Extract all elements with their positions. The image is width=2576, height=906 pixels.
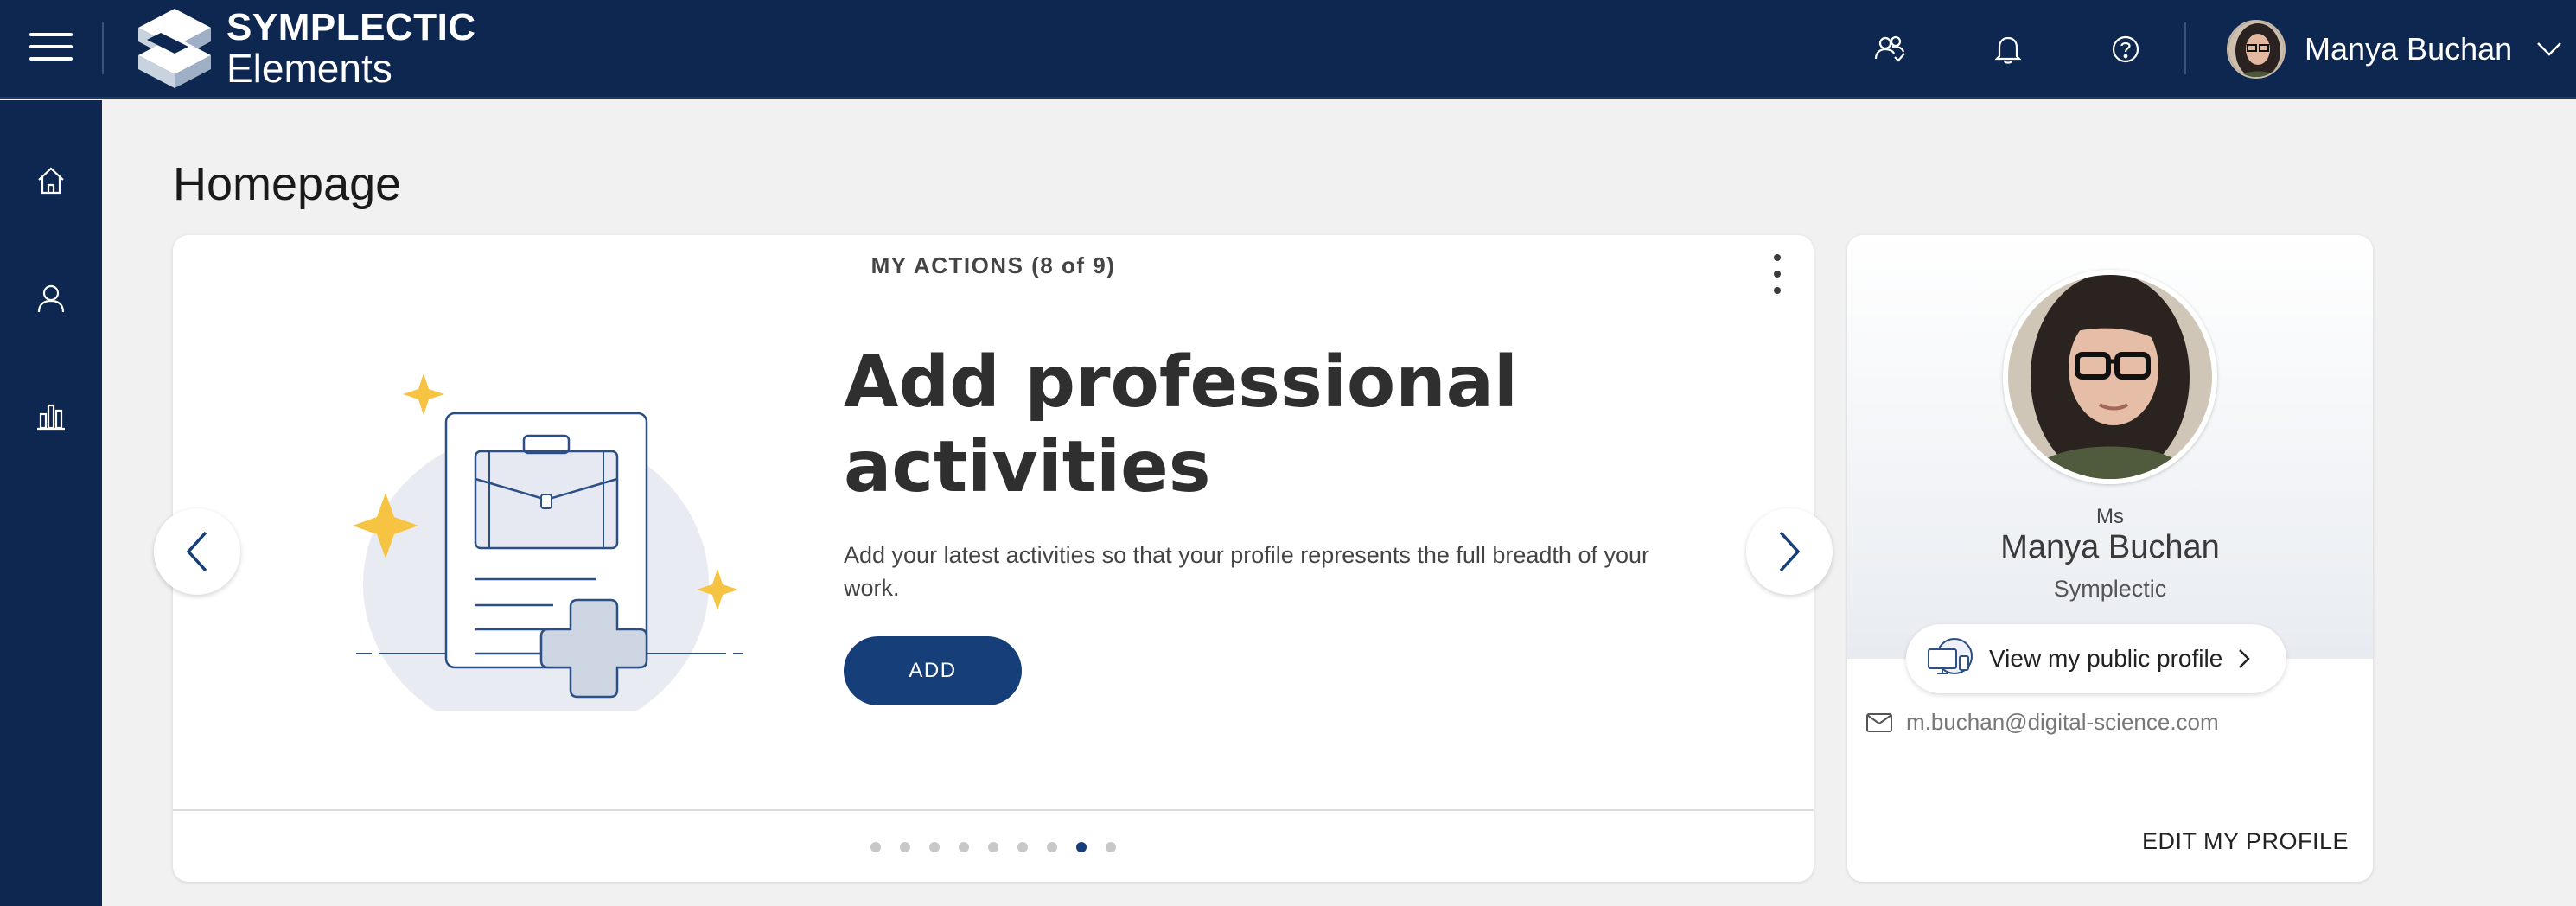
- action-title-line2: activities: [844, 426, 1211, 509]
- more-options-icon[interactable]: [1767, 254, 1788, 294]
- symplectic-logo[interactable]: SYMPLECTIC Elements: [137, 7, 476, 90]
- briefcase-illustration: [353, 373, 743, 711]
- carousel-dot[interactable]: [959, 842, 969, 852]
- delegates-icon[interactable]: [1871, 29, 1910, 69]
- public-profile-icon: [1928, 638, 1973, 674]
- header-divider: [102, 22, 104, 74]
- edit-profile-link[interactable]: EDIT MY PROFILE: [2142, 828, 2349, 855]
- carousel-pagination: [173, 842, 1814, 852]
- my-actions-card: MY ACTIONS (8 of 9) Add professional act…: [154, 235, 1833, 882]
- next-action-button[interactable]: [1746, 508, 1833, 595]
- actions-header: MY ACTIONS (8 of 9): [870, 252, 1116, 278]
- chevron-right-icon: [1779, 531, 1801, 572]
- profile-organization: Symplectic: [2053, 576, 2167, 602]
- profile-email: m.buchan@digital-science.com: [1866, 709, 2219, 736]
- carousel-dot[interactable]: [900, 842, 910, 852]
- chevron-right-icon: [2239, 649, 2250, 668]
- profile-name: Manya Buchan: [2000, 529, 2220, 565]
- view-public-profile-label: View my public profile: [1989, 645, 2223, 672]
- profile-salutation: Ms: [2096, 505, 2124, 528]
- action-title: Add professional activities: [844, 341, 1622, 511]
- carousel-dot[interactable]: [1017, 842, 1028, 852]
- action-title-line1: Add professional: [844, 341, 1519, 424]
- carousel-dot[interactable]: [870, 842, 881, 852]
- action-description: Add your latest activities so that your …: [844, 542, 1649, 601]
- carousel-dot[interactable]: [929, 842, 940, 852]
- logo-title: SYMPLECTIC: [226, 6, 476, 48]
- carousel-dot[interactable]: [988, 842, 998, 852]
- add-button[interactable]: ADD: [844, 636, 1022, 705]
- help-icon[interactable]: [2106, 29, 2146, 69]
- menu-icon[interactable]: [29, 33, 73, 64]
- logo-subtitle: Elements: [226, 46, 392, 91]
- home-icon[interactable]: [29, 159, 73, 202]
- page-title: Homepage: [173, 158, 402, 210]
- user-icon[interactable]: [29, 277, 73, 320]
- profile-card: Ms Manya Buchan Symplectic View my publi…: [1847, 235, 2373, 882]
- carousel-dot[interactable]: [1076, 842, 1087, 852]
- card-divider: [173, 809, 1814, 811]
- user-menu[interactable]: Manya Buchan: [2227, 19, 2562, 80]
- avatar: [2227, 20, 2286, 79]
- carousel-dot[interactable]: [1047, 842, 1057, 852]
- header-divider: [2184, 22, 2186, 74]
- previous-action-button[interactable]: [154, 508, 240, 595]
- view-public-profile-button[interactable]: View my public profile: [1906, 624, 2286, 693]
- bell-icon[interactable]: [1988, 29, 2028, 69]
- top-bar: SYMPLECTIC Elements Manya Buchan: [0, 0, 2576, 99]
- email-address[interactable]: m.buchan@digital-science.com: [1906, 709, 2219, 736]
- carousel-dot[interactable]: [1106, 842, 1116, 852]
- bar-chart-icon[interactable]: [29, 394, 73, 437]
- chevron-left-icon: [186, 531, 207, 572]
- profile-photo: [2003, 270, 2217, 484]
- chevron-down-icon: [2537, 42, 2562, 56]
- side-nav: [0, 100, 102, 906]
- logo-mark-icon: [138, 9, 211, 88]
- user-name: Manya Buchan: [2305, 31, 2513, 67]
- mail-icon: [1866, 712, 1892, 732]
